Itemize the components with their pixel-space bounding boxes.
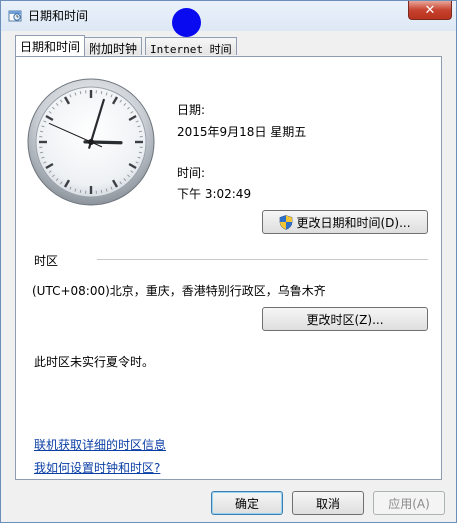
- clock-minute-tick: [138, 130, 142, 133]
- clock-minute-tick: [40, 151, 44, 154]
- how-to-set-clock-link[interactable]: 我如何设置时钟和时区?: [34, 459, 160, 476]
- change-date-time-button[interactable]: 更改日期和时间(D)...: [262, 210, 428, 234]
- timezone-section-label: 时区: [34, 254, 59, 268]
- title-bar[interactable]: 日期和时间 ✕: [1, 1, 456, 31]
- cancel-label: 取消: [315, 496, 340, 511]
- cancel-button[interactable]: 取消: [292, 491, 364, 515]
- window-title: 日期和时间: [28, 9, 89, 23]
- close-icon: ✕: [424, 2, 436, 18]
- apply-button[interactable]: 应用(A): [373, 491, 445, 515]
- change-date-time-label: 更改日期和时间(D)...: [296, 215, 411, 230]
- time-label: 时间:: [177, 166, 206, 180]
- change-timezone-button[interactable]: 更改时区(Z)...: [262, 307, 428, 331]
- timezone-divider: [97, 259, 428, 260]
- clock-minute-tick: [138, 151, 142, 154]
- change-timezone-label: 更改时区(Z)...: [306, 312, 384, 327]
- date-value: 2015年9月18日 星期五: [177, 125, 307, 139]
- date-time-dialog: 日期和时间 ✕ 日期和时间 附加时钟 Internet 时间 日期: 2015年…: [0, 0, 457, 523]
- date-time-app-icon: [8, 10, 22, 22]
- ok-label: 确定: [234, 496, 259, 511]
- ok-button[interactable]: 确定: [211, 491, 283, 515]
- time-value: 下午 3:02:49: [177, 187, 252, 201]
- tab-internet-time[interactable]: Internet 时间: [145, 37, 237, 56]
- clock-minute-tick: [79, 189, 82, 193]
- clock-center: [88, 139, 94, 145]
- analog-clock: [27, 78, 155, 206]
- tab-additional-clocks[interactable]: 附加时钟: [84, 37, 143, 56]
- close-button[interactable]: ✕: [408, 1, 452, 20]
- cursor-marker: [172, 8, 201, 37]
- clock-minute-tick: [79, 91, 82, 95]
- tab-date-time[interactable]: 日期和时间: [15, 35, 86, 56]
- apply-label: 应用(A): [388, 496, 430, 511]
- clock-minute-tick: [100, 91, 103, 95]
- clock-minute-tick: [40, 130, 44, 133]
- date-label: 日期:: [177, 103, 206, 117]
- clock-minute-tick: [100, 189, 103, 193]
- uac-shield-icon: [280, 214, 293, 230]
- timezone-value: (UTC+08:00)北京，重庆，香港特别行政区，乌鲁木齐: [32, 284, 326, 298]
- online-timezone-info-link[interactable]: 联机获取详细的时区信息: [34, 436, 166, 453]
- dst-note: 此时区未实行夏令时。: [34, 355, 155, 369]
